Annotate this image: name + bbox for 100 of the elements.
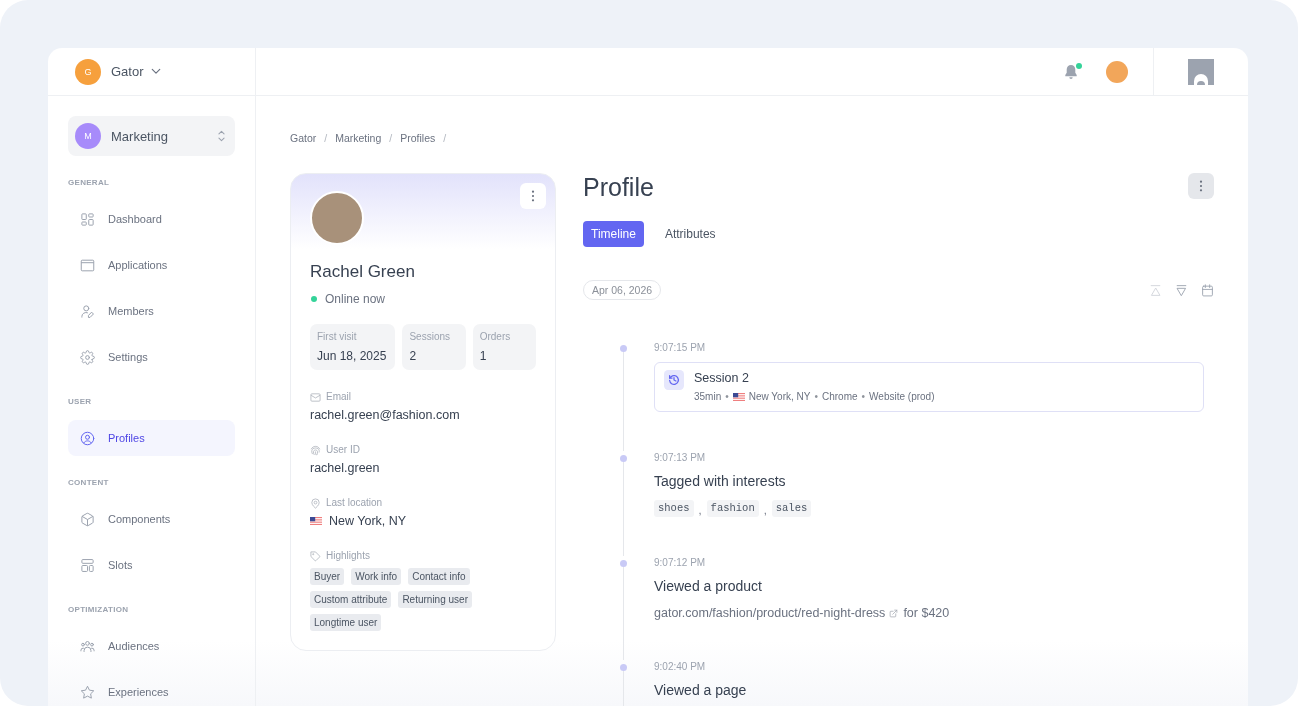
highlight-tag: Contact info [408,568,470,585]
event-title: Viewed a page [654,681,747,699]
sidebar-section-label: CONTENT [68,478,109,488]
tag-icon [310,550,321,562]
browser-window-icon [80,257,95,273]
stat-label: First visit [317,330,357,344]
org-switcher[interactable]: Gator [111,63,161,80]
session-meta: Website (prod) [869,390,935,404]
stat-value: 2 [409,348,417,364]
breadcrumb-link[interactable]: Profiles [400,132,436,144]
sidebar-item[interactable]: Slots [68,547,235,583]
stat-value: Jun 18, 2025 [317,348,387,364]
breadcrumb-separator: / [443,132,447,144]
event-time: 9:07:13 PM [654,451,706,465]
meta-separator: • [814,390,818,404]
calendar-icon[interactable] [1201,283,1214,297]
breadcrumb-separator: / [389,132,393,144]
users-icon [80,638,95,654]
flag-icon [732,393,745,401]
tab[interactable]: Timeline [583,221,644,247]
mail-icon [310,391,321,403]
event-time: 9:02:40 PM [654,660,706,674]
photo-placeholder [310,191,364,245]
timeline-dot-icon [620,345,627,352]
stat-label: Sessions [409,330,450,344]
chevron-down-icon [150,68,161,75]
tab[interactable]: Attributes [656,221,724,247]
tag-separator: , [698,503,702,517]
field-label: User ID [326,443,360,457]
sidebar-item[interactable]: Profiles [68,420,235,456]
org-avatar: G [75,58,101,85]
highlight-tag: Returning user [398,591,472,608]
event-time: 9:07:15 PM [654,341,706,355]
avatar-placeholder[interactable] [1106,60,1128,83]
session-meta: Chrome [822,390,858,404]
funnel-icon[interactable] [1175,283,1188,297]
breadcrumb-link[interactable]: Gator [290,132,317,144]
field-value: New York, NY [329,513,407,529]
more-vertical-icon [531,190,535,202]
interest-tag: shoes [654,500,694,517]
breadcrumb-separator: / [324,132,328,144]
settings-icon [80,349,95,365]
highlight-tag: Custom attribute [310,591,392,608]
event-title: Viewed a product [654,577,762,595]
session-meta: 35min [694,390,722,404]
page-title: Profile [583,173,654,201]
workspace-select[interactable]: M Marketing [68,116,235,156]
session-card[interactable]: Session 2 35min • New York, NY • Chrome • Website (prod) [654,362,1204,412]
meta-separator: • [725,390,729,404]
sidebar-item[interactable]: Applications [68,247,235,283]
status-text: Online now [325,292,386,306]
sidebar-section-label: GENERAL [68,178,110,188]
fingerprint-icon [310,444,321,456]
user-circle-icon [80,430,95,446]
field-label: Email [326,390,351,404]
stat-value: 1 [479,348,487,364]
flag-icon [310,517,322,525]
bell-icon[interactable] [1063,63,1079,80]
highlight-tag: Work info [351,568,402,585]
field-value: rachel.green [310,460,380,476]
timeline-dot-icon [620,664,627,671]
sidebar-item[interactable]: Members [68,293,235,329]
event-time: 9:07:12 PM [654,556,706,570]
star-icon [80,684,95,700]
event-title: Tagged with interests [654,472,786,490]
highlight-tag: Longtime user [310,614,382,631]
price-text: for $420 [903,605,950,621]
field-label: Last location [326,496,383,510]
sidebar-section-label: OPTIMIZATION [68,605,129,615]
map-pin-icon [310,497,321,509]
timeline-dot-icon [620,560,627,567]
layout-grid-icon [80,211,95,227]
interest-tag: fashion [706,500,759,517]
highlight-tag: Buyer [310,568,345,585]
sidebar-section-label: USER [68,397,92,407]
session-meta: New York, NY [748,390,811,404]
timeline-dot-icon [620,455,627,462]
workspace-avatar: M [75,123,101,149]
sidebar-item[interactable]: Settings [68,339,235,375]
more-button[interactable] [520,183,546,209]
session-title: Session 2 [694,370,749,386]
meta-separator: • [861,390,866,404]
sidebar-item[interactable]: Dashboard [68,201,235,237]
sidebar-item[interactable]: Components [68,501,235,537]
cube-icon [80,511,95,527]
sidebar-item[interactable]: Experiences [68,674,235,706]
field-label: Highlights [326,549,370,563]
history-icon [664,370,684,390]
breadcrumb-link[interactable]: Marketing [335,132,382,144]
more-vertical-icon [1199,180,1203,192]
tag-separator: , [763,503,767,517]
external-link-icon [889,608,899,618]
interest-tag: sales [771,500,812,517]
sidebar-item[interactable]: Audiences [68,628,235,664]
field-value: rachel.green@fashion.com [310,407,460,423]
product-link[interactable]: gator.com/fashion/product/red-night-dress [654,605,886,621]
more-button[interactable] [1188,173,1214,199]
stat-label: Orders [479,330,511,344]
layout-icon [80,557,95,573]
chevron-up-down-icon [218,130,225,142]
